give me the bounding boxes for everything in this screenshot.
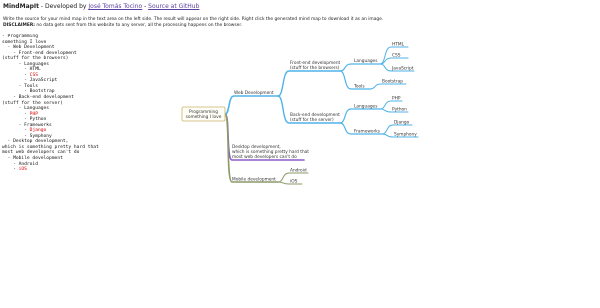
frameworks-label: Frameworks	[354, 129, 381, 135]
root-label-line2: something I love	[186, 114, 222, 120]
bootstrap-label: Bootstrap	[382, 79, 403, 85]
web-development-label: Web Development	[234, 90, 274, 96]
frontend-label-line2: (stuff for the browsers)	[290, 65, 340, 71]
edge-bootstrap	[369, 83, 407, 90]
css-label: CSS	[392, 53, 401, 59]
mindmap-canvas[interactable]: Programming something I love Web Develop…	[170, 34, 600, 308]
backend-languages-label: Languages	[354, 104, 378, 110]
disclaimer-label: DISCLAIMER:	[3, 22, 35, 28]
backend-label-line2: (stuff for the server)	[290, 117, 334, 123]
edge-web-frontend	[277, 70, 341, 97]
description: Write the source for your mind map in th…	[3, 17, 597, 28]
django-label: Django	[394, 120, 410, 126]
php-label: PHP	[392, 96, 401, 102]
html-label: HTML	[392, 42, 405, 48]
mindmap-svg[interactable]: Programming something I love Web Develop…	[170, 34, 600, 308]
source-textarea[interactable]: - Programming something I love - Web Deve…	[2, 34, 172, 306]
developed-by-text: - Developed by	[39, 3, 89, 10]
root-node: Programming something I love	[181, 106, 226, 122]
android-label: Android	[290, 168, 307, 174]
desktop-label-line3: most web developers can't do	[232, 154, 297, 160]
frontend-languages-label: Languages	[354, 58, 378, 64]
page-header: MindMapIt - Developed by José Tomás Toci…	[3, 2, 597, 28]
edge-frontend-languages	[339, 63, 381, 72]
editor-line: - iOS	[2, 167, 27, 173]
symphony-label: Symphony	[394, 132, 417, 138]
author-link[interactable]: José Tomás Tocino	[88, 3, 142, 10]
disclaimer: DISCLAIMER: no data gets sent from this …	[3, 23, 597, 29]
mobile-development-label: Mobile development	[232, 177, 276, 183]
python-label: Python	[392, 107, 407, 113]
edge-backend-languages	[339, 108, 381, 124]
javascript-label: JavaScript	[391, 66, 414, 72]
app-title: MindMapIt	[3, 3, 40, 10]
disclaimer-text: no data gets sent from this website to a…	[35, 22, 243, 28]
tools-label: Tools	[353, 84, 365, 90]
title-line: MindMapIt - Developed by José Tomás Toci…	[3, 3, 597, 11]
github-source-link[interactable]: Source at GitHub	[148, 3, 199, 10]
edge-root-web	[224, 95, 235, 115]
ios-label: iOS	[290, 179, 298, 185]
